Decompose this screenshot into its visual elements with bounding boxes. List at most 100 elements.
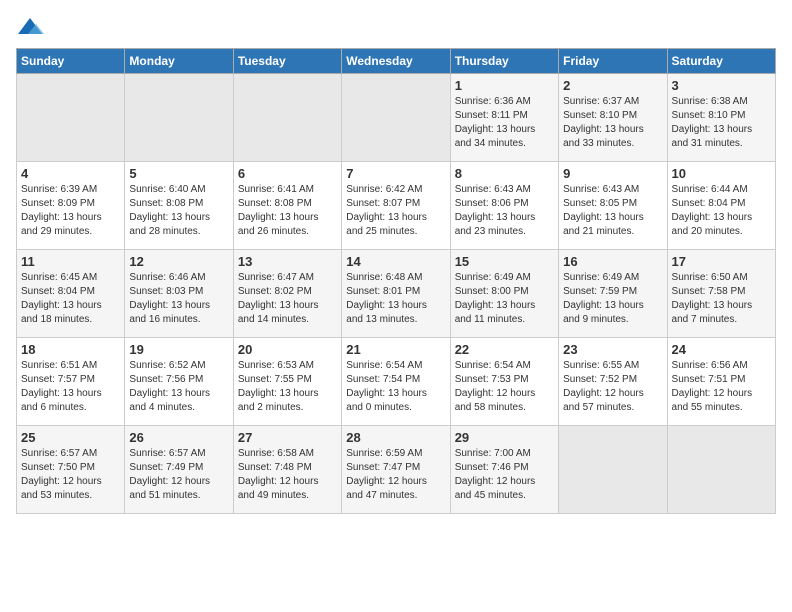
day-number: 19	[129, 342, 228, 357]
calendar-cell: 5 Sunrise: 6:40 AM Sunset: 8:08 PM Daylig…	[125, 162, 233, 250]
day-info: Sunrise: 6:40 AM Sunset: 8:08 PM Dayligh…	[129, 183, 228, 239]
day-number: 16	[563, 254, 662, 269]
day-info: Sunrise: 6:43 AM Sunset: 8:06 PM Dayligh…	[455, 183, 554, 239]
calendar-cell: 15 Sunrise: 6:49 AM Sunset: 8:00 PM Dayli…	[450, 250, 558, 338]
calendar-cell: 25 Sunrise: 6:57 AM Sunset: 7:50 PM Dayli…	[17, 426, 125, 514]
day-info: Sunrise: 6:46 AM Sunset: 8:03 PM Dayligh…	[129, 271, 228, 327]
logo	[16, 16, 48, 38]
day-number: 7	[346, 166, 445, 181]
day-header-wednesday: Wednesday	[342, 49, 450, 74]
calendar-cell: 21 Sunrise: 6:54 AM Sunset: 7:54 PM Dayli…	[342, 338, 450, 426]
calendar-cell: 29 Sunrise: 7:00 AM Sunset: 7:46 PM Dayli…	[450, 426, 558, 514]
day-info: Sunrise: 6:37 AM Sunset: 8:10 PM Dayligh…	[563, 95, 662, 151]
day-info: Sunrise: 7:00 AM Sunset: 7:46 PM Dayligh…	[455, 447, 554, 503]
calendar-cell: 26Sunrise: 6:57 AM Sunset: 7:49 PM Dayli…	[125, 426, 233, 514]
day-number: 1	[455, 78, 554, 93]
day-header-monday: Monday	[125, 49, 233, 74]
calendar-cell: 7 Sunrise: 6:42 AM Sunset: 8:07 PM Daylig…	[342, 162, 450, 250]
day-info: Sunrise: 6:59 AM Sunset: 7:47 PM Dayligh…	[346, 447, 445, 503]
day-number: 24	[672, 342, 771, 357]
day-info: Sunrise: 6:49 AM Sunset: 7:59 PM Dayligh…	[563, 271, 662, 327]
calendar-cell: 9Sunrise: 6:43 AM Sunset: 8:05 PM Daylig…	[559, 162, 667, 250]
day-info: Sunrise: 6:56 AM Sunset: 7:51 PM Dayligh…	[672, 359, 771, 415]
calendar-cell: 11 Sunrise: 6:45 AM Sunset: 8:04 PM Dayli…	[17, 250, 125, 338]
calendar-cell: 10 Sunrise: 6:44 AM Sunset: 8:04 PM Dayli…	[667, 162, 775, 250]
calendar-cell	[233, 74, 341, 162]
calendar-cell: 18 Sunrise: 6:51 AM Sunset: 7:57 PM Dayli…	[17, 338, 125, 426]
day-number: 12	[129, 254, 228, 269]
day-info: Sunrise: 6:51 AM Sunset: 7:57 PM Dayligh…	[21, 359, 120, 415]
page-header	[16, 16, 776, 38]
day-number: 5	[129, 166, 228, 181]
calendar-cell: 27 Sunrise: 6:58 AM Sunset: 7:48 PM Dayli…	[233, 426, 341, 514]
day-number: 17	[672, 254, 771, 269]
calendar-cell	[125, 74, 233, 162]
day-info: Sunrise: 6:44 AM Sunset: 8:04 PM Dayligh…	[672, 183, 771, 239]
day-number: 14	[346, 254, 445, 269]
day-info: Sunrise: 6:41 AM Sunset: 8:08 PM Dayligh…	[238, 183, 337, 239]
day-info: Sunrise: 6:54 AM Sunset: 7:53 PM Dayligh…	[455, 359, 554, 415]
day-number: 18	[21, 342, 120, 357]
day-header-saturday: Saturday	[667, 49, 775, 74]
calendar-cell	[667, 426, 775, 514]
calendar-week-row: 11 Sunrise: 6:45 AM Sunset: 8:04 PM Dayli…	[17, 250, 776, 338]
day-info: Sunrise: 6:43 AM Sunset: 8:05 PM Dayligh…	[563, 183, 662, 239]
day-number: 4	[21, 166, 120, 181]
day-number: 6	[238, 166, 337, 181]
day-number: 3	[672, 78, 771, 93]
day-number: 10	[672, 166, 771, 181]
day-number: 15	[455, 254, 554, 269]
day-header-thursday: Thursday	[450, 49, 558, 74]
day-info: Sunrise: 6:50 AM Sunset: 7:58 PM Dayligh…	[672, 271, 771, 327]
calendar-cell: 23 Sunrise: 6:55 AM Sunset: 7:52 PM Dayli…	[559, 338, 667, 426]
calendar-table: SundayMondayTuesdayWednesdayThursdayFrid…	[16, 48, 776, 514]
calendar-week-row: 4 Sunrise: 6:39 AM Sunset: 8:09 PM Daylig…	[17, 162, 776, 250]
calendar-cell: 13Sunrise: 6:47 AM Sunset: 8:02 PM Dayli…	[233, 250, 341, 338]
day-info: Sunrise: 6:36 AM Sunset: 8:11 PM Dayligh…	[455, 95, 554, 151]
day-info: Sunrise: 6:53 AM Sunset: 7:55 PM Dayligh…	[238, 359, 337, 415]
day-header-sunday: Sunday	[17, 49, 125, 74]
calendar-cell: 3 Sunrise: 6:38 AM Sunset: 8:10 PM Daylig…	[667, 74, 775, 162]
day-info: Sunrise: 6:38 AM Sunset: 8:10 PM Dayligh…	[672, 95, 771, 151]
day-info: Sunrise: 6:45 AM Sunset: 8:04 PM Dayligh…	[21, 271, 120, 327]
day-info: Sunrise: 6:47 AM Sunset: 8:02 PM Dayligh…	[238, 271, 337, 327]
day-number: 11	[21, 254, 120, 269]
day-number: 27	[238, 430, 337, 445]
day-number: 20	[238, 342, 337, 357]
calendar-cell	[342, 74, 450, 162]
calendar-week-row: 25 Sunrise: 6:57 AM Sunset: 7:50 PM Dayli…	[17, 426, 776, 514]
calendar-body: 1 Sunrise: 6:36 AM Sunset: 8:11 PM Daylig…	[17, 74, 776, 514]
calendar-cell: 6 Sunrise: 6:41 AM Sunset: 8:08 PM Daylig…	[233, 162, 341, 250]
calendar-cell: 20 Sunrise: 6:53 AM Sunset: 7:55 PM Dayli…	[233, 338, 341, 426]
calendar-week-row: 18 Sunrise: 6:51 AM Sunset: 7:57 PM Dayli…	[17, 338, 776, 426]
calendar-cell: 2Sunrise: 6:37 AM Sunset: 8:10 PM Daylig…	[559, 74, 667, 162]
day-number: 23	[563, 342, 662, 357]
day-info: Sunrise: 6:57 AM Sunset: 7:50 PM Dayligh…	[21, 447, 120, 503]
day-number: 25	[21, 430, 120, 445]
day-info: Sunrise: 6:57 AM Sunset: 7:49 PM Dayligh…	[129, 447, 228, 503]
day-info: Sunrise: 6:42 AM Sunset: 8:07 PM Dayligh…	[346, 183, 445, 239]
day-info: Sunrise: 6:49 AM Sunset: 8:00 PM Dayligh…	[455, 271, 554, 327]
calendar-cell: 1 Sunrise: 6:36 AM Sunset: 8:11 PM Daylig…	[450, 74, 558, 162]
calendar-header-row: SundayMondayTuesdayWednesdayThursdayFrid…	[17, 49, 776, 74]
calendar-cell: 8Sunrise: 6:43 AM Sunset: 8:06 PM Daylig…	[450, 162, 558, 250]
calendar-cell: 22 Sunrise: 6:54 AM Sunset: 7:53 PM Dayli…	[450, 338, 558, 426]
day-info: Sunrise: 6:54 AM Sunset: 7:54 PM Dayligh…	[346, 359, 445, 415]
day-number: 29	[455, 430, 554, 445]
day-info: Sunrise: 6:58 AM Sunset: 7:48 PM Dayligh…	[238, 447, 337, 503]
logo-icon	[16, 16, 44, 38]
day-info: Sunrise: 6:48 AM Sunset: 8:01 PM Dayligh…	[346, 271, 445, 327]
day-number: 22	[455, 342, 554, 357]
calendar-cell: 19Sunrise: 6:52 AM Sunset: 7:56 PM Dayli…	[125, 338, 233, 426]
day-number: 28	[346, 430, 445, 445]
calendar-cell: 14 Sunrise: 6:48 AM Sunset: 8:01 PM Dayli…	[342, 250, 450, 338]
day-info: Sunrise: 6:55 AM Sunset: 7:52 PM Dayligh…	[563, 359, 662, 415]
calendar-cell: 12 Sunrise: 6:46 AM Sunset: 8:03 PM Dayli…	[125, 250, 233, 338]
calendar-cell: 28 Sunrise: 6:59 AM Sunset: 7:47 PM Dayli…	[342, 426, 450, 514]
calendar-cell	[559, 426, 667, 514]
day-info: Sunrise: 6:39 AM Sunset: 8:09 PM Dayligh…	[21, 183, 120, 239]
calendar-cell	[17, 74, 125, 162]
day-number: 21	[346, 342, 445, 357]
day-header-friday: Friday	[559, 49, 667, 74]
calendar-week-row: 1 Sunrise: 6:36 AM Sunset: 8:11 PM Daylig…	[17, 74, 776, 162]
